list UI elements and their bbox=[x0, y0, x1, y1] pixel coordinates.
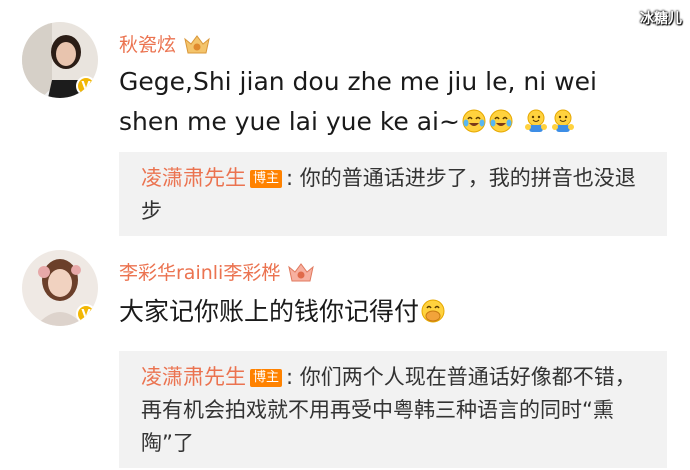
verified-badge-icon: V bbox=[76, 76, 96, 96]
comment-content: Gege,Shi jian dou zhe me jiu le, ni wei … bbox=[119, 62, 650, 142]
hug-emoji-icon bbox=[524, 109, 547, 132]
laugh-cry-emoji-icon bbox=[462, 109, 486, 133]
reply-box[interactable]: 凌潇肃先生 博主: 你们两个人现在普通话好像都不错，再有机会拍戏就不用再受中粤韩三… bbox=[119, 351, 667, 468]
avatar[interactable]: V bbox=[22, 250, 98, 326]
username[interactable]: 李彩华rainli李彩桦 bbox=[119, 258, 280, 285]
reply-author-name[interactable]: 凌潇肃先生 bbox=[141, 166, 246, 190]
hug-emoji-icon bbox=[551, 109, 574, 132]
laugh-cry-emoji-icon bbox=[489, 109, 513, 133]
reply-author-name[interactable]: 凌潇肃先生 bbox=[141, 365, 246, 389]
avatar[interactable]: V bbox=[22, 22, 98, 98]
vip-crown-icon bbox=[184, 34, 210, 53]
comment-content: 大家记你账上的钱你记得付 bbox=[119, 292, 650, 332]
username-row: 秋瓷炫 bbox=[119, 30, 212, 57]
bozhu-badge: 博主 bbox=[250, 170, 283, 188]
bozhu-badge: 博主 bbox=[250, 369, 283, 387]
username-row: 李彩华rainli李彩桦 bbox=[119, 258, 316, 285]
comment-text: 大家记你账上的钱你记得付 bbox=[119, 297, 420, 326]
verified-badge-icon: V bbox=[76, 304, 96, 324]
cover-mouth-laugh-emoji-icon bbox=[421, 299, 445, 323]
vip-crown-icon bbox=[288, 262, 315, 281]
watermark: 冰糖儿 bbox=[640, 11, 682, 27]
reply-box[interactable]: 凌潇肃先生 博主: 你的普通话进步了，我的拼音也没退步 bbox=[119, 152, 667, 236]
username[interactable]: 秋瓷炫 bbox=[119, 30, 176, 57]
